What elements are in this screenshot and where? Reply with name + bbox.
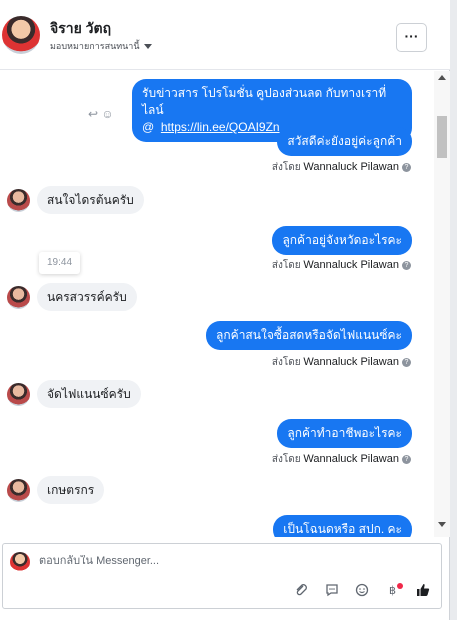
scrollbar-thumb[interactable]	[437, 116, 447, 158]
message-outgoing[interactable]: ลูกค้าทำอาชีพอะไรคะ	[277, 419, 412, 448]
sent-by-prefix: ส่งโดย	[271, 454, 301, 465]
avatar[interactable]	[2, 16, 40, 54]
scroll-up-arrow-icon[interactable]	[438, 75, 446, 80]
saved-replies-icon[interactable]	[322, 582, 342, 602]
message-list-scrollbar[interactable]	[434, 71, 450, 537]
contact-name[interactable]: จิราย วัตฤ	[50, 18, 111, 40]
message-outgoing[interactable]: ลูกค้าสนใจซื้อสดหรือจัดไฟแนนซ์คะ	[206, 321, 412, 350]
more-options-button[interactable]: ···	[396, 23, 427, 52]
message-bubble: สวัสดีค่ะยังอยู่ค่ะลูกค้า	[277, 127, 412, 156]
message-incoming[interactable]: เกษตรกร	[37, 476, 105, 504]
message-timestamp: 19:44	[39, 252, 80, 274]
message-outgoing[interactable]: สวัสดีค่ะยังอยู่ค่ะลูกค้า	[277, 127, 412, 156]
reply-icon[interactable]: ↩	[88, 107, 98, 121]
sent-by-prefix: ส่งโดย	[271, 260, 301, 271]
avatar	[7, 189, 30, 212]
notification-dot-icon	[396, 583, 403, 589]
message-incoming[interactable]: จัดไฟแนนซ์ครับ	[37, 380, 141, 408]
emoji-reaction-icon[interactable]: ☺	[101, 107, 113, 121]
reply-input[interactable]	[39, 555, 419, 567]
emoji-icon[interactable]	[352, 582, 372, 602]
avatar	[7, 383, 30, 406]
message-outgoing[interactable]: ลูกค้าอยู่จังหวัดอะไรคะ	[272, 226, 412, 255]
like-icon[interactable]	[413, 582, 433, 602]
message-incoming[interactable]: นครสวรรค์ครับ	[37, 283, 137, 311]
sender-name: Wannaluck Pilawan	[303, 356, 399, 368]
message-text-at: @	[142, 120, 155, 134]
message-bubble: ลูกค้าอยู่จังหวัดอะไรคะ	[272, 226, 412, 255]
reply-composer: ฿	[2, 543, 442, 609]
message-bubble: เป็นโฉนดหรือ สปก. คะ	[273, 515, 412, 537]
svg-text:฿: ฿	[389, 584, 396, 597]
sender-name: Wannaluck Pilawan	[303, 453, 399, 465]
sender-name: Wannaluck Pilawan	[303, 161, 399, 173]
message-list: ↩ ☺ รับข่าวสาร โปรโมชั่น คูปองส่วนลด กับ…	[0, 71, 434, 537]
sent-by-label: ส่งโดย Wannaluck Pilawan?	[272, 258, 411, 273]
assign-conversation-dropdown[interactable]: มอบหมายการสนทนานี้	[50, 39, 152, 53]
attachment-icon[interactable]	[291, 582, 311, 602]
conversation-header: จิราย วัตฤ มอบหมายการสนทนานี้ ···	[0, 0, 450, 70]
sent-by-prefix: ส่งโดย	[271, 357, 301, 368]
help-icon[interactable]: ?	[402, 162, 411, 172]
message-bubble: ลูกค้าทำอาชีพอะไรคะ	[277, 419, 412, 448]
avatar	[10, 552, 30, 572]
composer-toolbar: ฿	[285, 582, 433, 602]
sender-name: Wannaluck Pilawan	[303, 259, 399, 271]
help-icon[interactable]: ?	[402, 357, 411, 367]
payment-icon[interactable]: ฿	[383, 582, 403, 602]
assign-label: มอบหมายการสนทนานี้	[50, 41, 140, 51]
sent-by-label: ส่งโดย Wannaluck Pilawan?	[272, 452, 411, 467]
caret-down-icon	[143, 44, 152, 50]
sent-by-label: ส่งโดย Wannaluck Pilawan?	[272, 355, 411, 370]
conversation-panel: จิราย วัตฤ มอบหมายการสนทนานี้ ··· ↩ ☺ รั…	[0, 0, 450, 620]
help-icon[interactable]: ?	[402, 454, 411, 464]
message-actions: ↩ ☺	[88, 107, 114, 121]
avatar	[7, 479, 30, 502]
help-icon[interactable]: ?	[402, 260, 411, 270]
sent-by-prefix: ส่งโดย	[271, 162, 301, 173]
scroll-down-arrow-icon[interactable]	[438, 522, 446, 527]
message-outgoing[interactable]: เป็นโฉนดหรือ สปก. คะ	[273, 515, 412, 537]
sent-by-label: ส่งโดย Wannaluck Pilawan?	[272, 160, 411, 175]
message-incoming[interactable]: สนใจไดรต้นครับ	[37, 186, 144, 214]
message-bubble: ลูกค้าสนใจซื้อสดหรือจัดไฟแนนซ์คะ	[206, 321, 412, 350]
message-text: รับข่าวสาร โปรโมชั่น คูปองส่วนลด กับทางเ…	[142, 86, 387, 117]
avatar	[7, 286, 30, 309]
line-link[interactable]: https://lin.ee/QOAI9Zn	[161, 120, 280, 134]
